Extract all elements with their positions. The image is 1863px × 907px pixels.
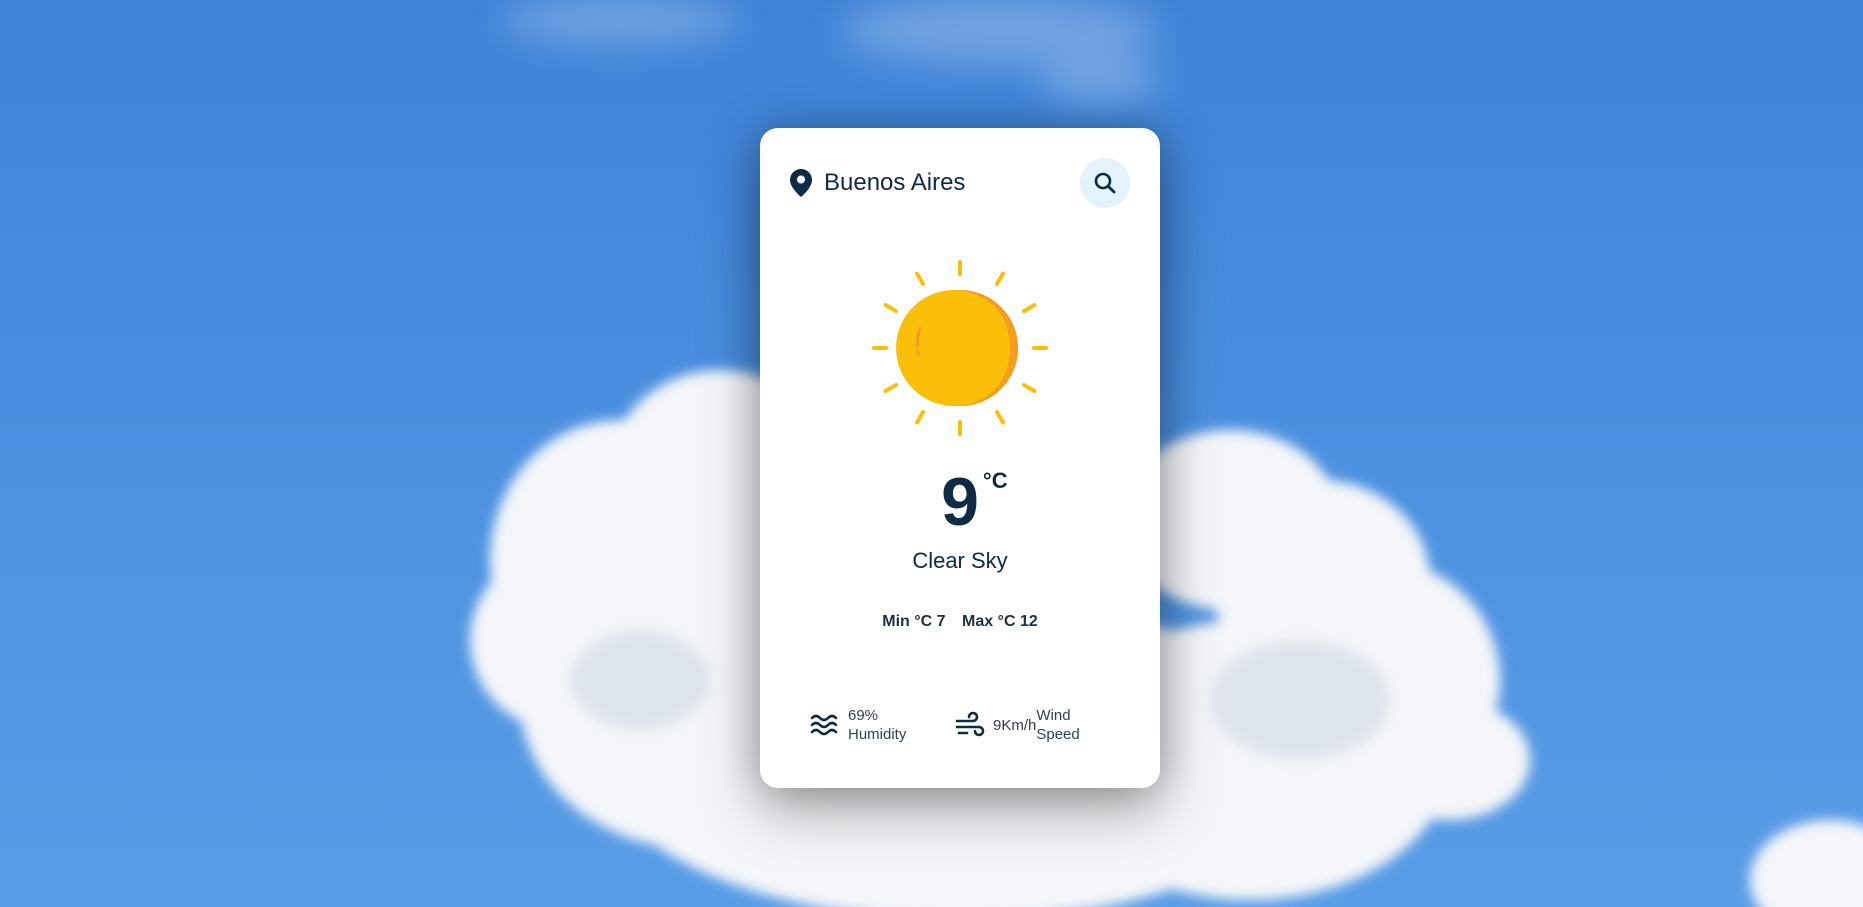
- wind-stat: 9Km/h Wind Speed: [955, 703, 1080, 747]
- humidity-label: Humidity: [848, 726, 907, 743]
- location: Buenos Aires: [790, 158, 965, 208]
- city-name: Buenos Aires: [824, 169, 966, 196]
- wind-icon: [955, 711, 985, 737]
- wind-label-line1: Wind: [1036, 707, 1071, 724]
- search-button[interactable]: [1080, 158, 1130, 208]
- card-header: Buenos Aires: [790, 158, 1130, 208]
- sun-icon: [872, 260, 1048, 436]
- search-icon: [1094, 172, 1116, 194]
- wind-value: 9Km/h: [993, 716, 1037, 734]
- temperature-unit: °C: [982, 468, 1008, 493]
- weather-stats: 69% Humidity 9Km/h Wind Speed: [810, 703, 1130, 747]
- map-pin-icon: [790, 169, 812, 197]
- humidity-stat: 69% Humidity: [810, 703, 906, 747]
- weather-card: Buenos Aires 9 °C Clear Sky Min °C 7 Max…: [760, 128, 1160, 788]
- weather-description: Clear Sky: [912, 548, 1008, 573]
- temperature-block: 9 °C: [760, 468, 1160, 536]
- humidity-waves-icon: [810, 714, 838, 736]
- min-temperature: Min °C 7: [882, 613, 946, 630]
- wind-label-line2: Speed: [1036, 726, 1080, 743]
- max-temperature: Max °C 12: [961, 613, 1038, 630]
- min-max-temperature: Min °C 7 Max °C 12: [760, 613, 1160, 631]
- temperature-value: 9: [941, 464, 979, 540]
- humidity-value: 69%: [848, 707, 879, 724]
